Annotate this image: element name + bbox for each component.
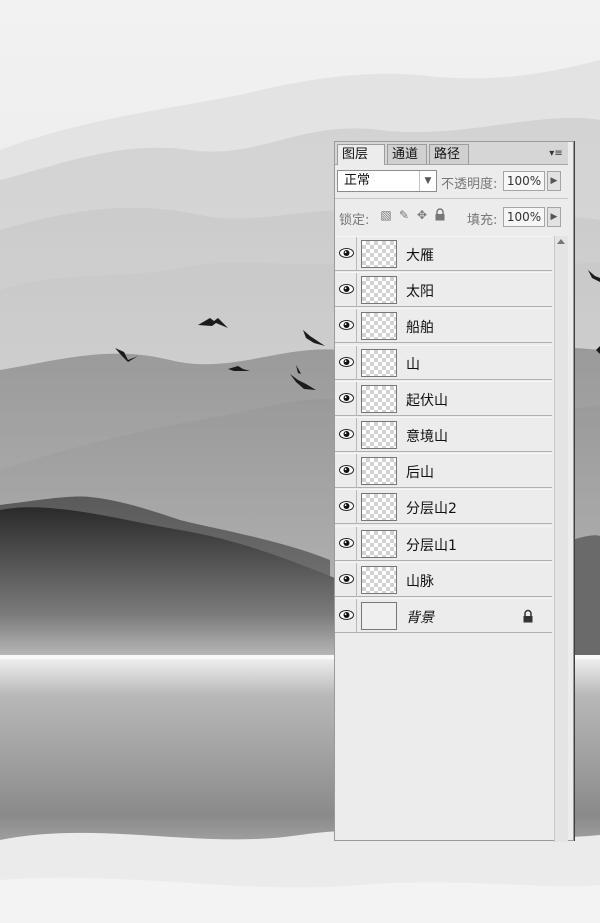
lock-row: 锁定: ▧ ✎ ✥ 填充: 100% ▶: [335, 204, 568, 230]
layer-row[interactable]: 大雁: [335, 236, 552, 271]
opacity-input[interactable]: 100%: [503, 171, 545, 191]
tab-paths-label: 路径: [434, 147, 461, 162]
layer-name: 背景: [406, 610, 434, 626]
tab-paths[interactable]: 路径: [429, 144, 469, 164]
tab-channels-label: 通道: [392, 147, 419, 162]
fill-input[interactable]: 100%: [503, 207, 545, 227]
layer-thumbnail[interactable]: [361, 602, 397, 630]
layer-name: 分层山2: [406, 501, 457, 517]
layer-thumbnail[interactable]: [361, 566, 397, 594]
lock-icon[interactable]: [433, 208, 447, 222]
layer-thumbnail[interactable]: [361, 421, 397, 449]
layers-list: 大雁太阳船舶山起伏山意境山后山分层山2 分层山1 山脉背景: [335, 236, 553, 633]
layer-row[interactable]: 意境山: [335, 417, 552, 452]
tab-channels[interactable]: 通道: [387, 144, 427, 164]
layer-name: 意境山: [406, 429, 448, 445]
layer-thumbnail[interactable]: [361, 312, 397, 340]
lock-label: 锁定:: [339, 213, 370, 228]
layer-row[interactable]: 后山: [335, 453, 552, 488]
layer-thumbnail[interactable]: [361, 530, 397, 558]
layer-row[interactable]: 山脉: [335, 562, 552, 597]
layer-thumbnail[interactable]: [361, 457, 397, 485]
layer-row[interactable]: 背景: [335, 598, 552, 633]
layer-row[interactable]: 分层山2: [335, 489, 552, 524]
eye-icon[interactable]: [336, 237, 357, 271]
blend-mode-value: 正常: [344, 173, 371, 188]
eye-icon[interactable]: [336, 599, 357, 633]
eye-icon[interactable]: [336, 418, 357, 452]
blend-mode-select[interactable]: 正常 ▼: [337, 170, 437, 192]
layer-row[interactable]: 起伏山: [335, 381, 552, 416]
layer-thumbnail[interactable]: [361, 240, 397, 268]
eye-icon[interactable]: [336, 527, 357, 561]
panel-tabbar: 图层× 通道 路径 ▾≡: [335, 142, 568, 181]
fill-label: 填充:: [467, 213, 498, 228]
layer-name: 起伏山: [406, 393, 448, 409]
eye-icon[interactable]: [336, 309, 357, 343]
blend-row: 正常 ▼ 不透明度: 100% ▶: [335, 168, 568, 194]
scroll-up-icon[interactable]: [557, 239, 565, 244]
layer-thumbnail[interactable]: [361, 385, 397, 413]
chevron-down-icon[interactable]: ▼: [419, 171, 436, 191]
brush-icon[interactable]: ✎: [397, 208, 411, 222]
layer-name: 山脉: [406, 574, 434, 590]
layer-name: 太阳: [406, 284, 434, 300]
fill-slider-button[interactable]: ▶: [547, 207, 561, 227]
layers-panel: 图层× 通道 路径 ▾≡ 正常 ▼ 不透明度: 100% ▶ 锁定: ▧ ✎ ✥…: [334, 141, 574, 842]
layer-row[interactable]: 山: [335, 345, 552, 380]
eye-icon[interactable]: [336, 273, 357, 307]
layer-name: 山: [406, 357, 420, 373]
eye-icon[interactable]: [336, 563, 357, 597]
layer-row[interactable]: 分层山1: [335, 526, 552, 561]
eye-icon[interactable]: [336, 490, 357, 524]
pixel-lock-icon[interactable]: ▧: [379, 208, 393, 222]
layer-name: 后山: [406, 465, 434, 481]
tab-layers[interactable]: 图层×: [337, 144, 385, 181]
layer-thumbnail[interactable]: [361, 276, 397, 304]
layer-row[interactable]: 太阳: [335, 272, 552, 307]
layer-name: 大雁: [406, 248, 434, 264]
move-icon[interactable]: ✥: [415, 208, 429, 222]
layer-name: 分层山1: [406, 538, 457, 554]
layer-name: 船舶: [406, 320, 434, 336]
eye-icon[interactable]: [336, 382, 357, 416]
opacity-label: 不透明度:: [441, 177, 498, 192]
eye-icon[interactable]: [336, 454, 357, 488]
layer-thumbnail[interactable]: [361, 349, 397, 377]
panel-menu-icon[interactable]: ▾≡: [547, 148, 565, 160]
scrollbar[interactable]: [554, 236, 568, 842]
divider: [335, 198, 568, 199]
tab-layers-label: 图层: [342, 147, 369, 162]
lock-icon: [522, 608, 536, 623]
eye-icon[interactable]: [336, 346, 357, 380]
layer-thumbnail[interactable]: [361, 493, 397, 521]
opacity-slider-button[interactable]: ▶: [547, 171, 561, 191]
layer-row[interactable]: 船舶: [335, 308, 552, 343]
